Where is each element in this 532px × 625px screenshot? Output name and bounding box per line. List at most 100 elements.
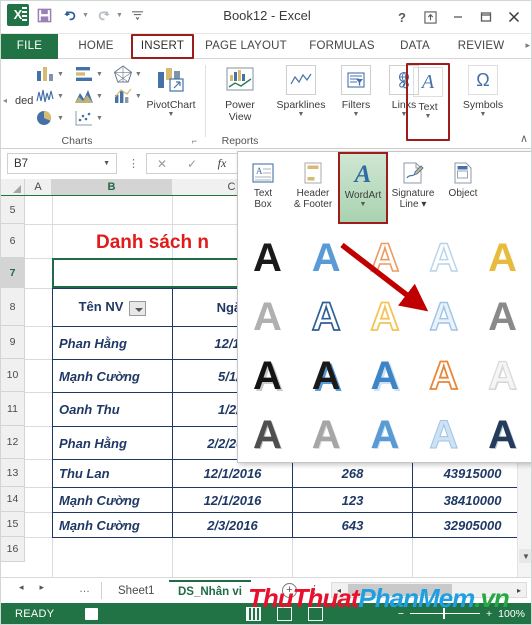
table-row[interactable]: Mạnh Cường 12/1/2016 123 38410000 — [52, 487, 531, 513]
sheet-tab-sheet1[interactable]: Sheet1 — [109, 580, 163, 602]
column-header-a[interactable]: A — [25, 179, 52, 195]
sheet-nav-last-icon[interactable]: ▸ — [40, 582, 45, 593]
select-all-corner[interactable] — [1, 179, 25, 195]
row-header-16[interactable]: 16 — [1, 537, 25, 562]
scroll-down-icon[interactable]: ▼ — [519, 549, 531, 563]
ribbon-button-sparklines[interactable]: Sparklines ▼ — [269, 59, 333, 149]
tab-insert[interactable]: INSERT — [131, 34, 194, 59]
ribbon-button-pivotchart[interactable]: PivotChart ▼ — [133, 59, 209, 149]
wordart-style-shadow-black[interactable]: A — [238, 346, 297, 405]
symbols-dropdown-icon[interactable]: ▼ — [480, 111, 487, 119]
wordart-style-hatch-gray[interactable]: A — [297, 405, 356, 464]
row-header-11[interactable]: 11 — [1, 392, 25, 426]
column-chart-icon[interactable]: ▼ — [35, 65, 64, 83]
tab-overflow-icon[interactable]: ▸ — [525, 40, 530, 51]
sheet-title-text: Danh sách n — [96, 232, 209, 253]
row-header-14[interactable]: 14 — [1, 487, 25, 512]
wordart-style-fill-gold[interactable]: A — [473, 228, 531, 287]
wordart-style-hatch-dark[interactable]: A — [238, 405, 297, 464]
row-header-5[interactable]: 5 — [1, 196, 25, 224]
wordart-style-outline-orange2[interactable]: A — [414, 346, 473, 405]
pie-chart-icon[interactable]: ▼ — [35, 109, 64, 127]
close-icon[interactable] — [501, 5, 527, 29]
wordart-style-outline-paleblue[interactable]: A — [414, 287, 473, 346]
power-view-icon — [225, 63, 255, 97]
selected-cell-B7[interactable] — [52, 258, 257, 289]
cancel-formula-icon[interactable]: ✕ — [147, 154, 177, 173]
wordart-button[interactable]: A WordArt ▼ — [338, 152, 388, 224]
row-header-8[interactable]: 8 — [1, 288, 25, 326]
ribbon-button-text[interactable]: A Text ▼ — [406, 59, 450, 149]
wordart-sample-letter: A — [429, 412, 459, 457]
row-header-12[interactable]: 12 — [1, 426, 25, 459]
row-header-6[interactable]: 6 — [1, 224, 25, 258]
sheet-nav-more-icon[interactable]: … — [79, 583, 90, 595]
text-icon: A — [413, 65, 443, 99]
row-header-10[interactable]: 10 — [1, 359, 25, 392]
table-row[interactable]: Mạnh Cường 2/3/2016 643 32905000 — [52, 512, 531, 538]
tab-formulas[interactable]: FORMULAS — [300, 34, 384, 59]
wordart-style-shadow-blue[interactable]: A — [356, 346, 415, 405]
row-header-13[interactable]: 13 — [1, 459, 25, 487]
wordart-style-outline-orange[interactable]: A — [356, 228, 415, 287]
tab-home[interactable]: HOME — [65, 34, 127, 59]
wordart-style-outline-palegray[interactable]: A — [473, 346, 531, 405]
wordart-style-outline-navy[interactable]: A — [297, 287, 356, 346]
name-box[interactable]: B7 ▼ — [7, 153, 117, 174]
text-dropdown-icon[interactable]: ▼ — [425, 113, 432, 121]
watermark-part-4: Mem — [418, 583, 475, 613]
tab-data[interactable]: DATA — [390, 34, 440, 59]
wordart-style-outline-gold[interactable]: A — [356, 287, 415, 346]
sheet-nav-arrows: ◂ ▸ — [19, 582, 44, 593]
excel-window: X ▼ ▼ Book12 - Excel ? FILE HOME INSERT … — [0, 0, 532, 625]
wordart-style-outline-lightblue[interactable]: A — [414, 228, 473, 287]
row-header-7[interactable]: 7 — [1, 258, 25, 288]
row-header-9[interactable]: 9 — [1, 326, 25, 359]
text-box-button[interactable]: A Text Box — [238, 152, 288, 224]
wordart-style-fill-gray[interactable]: A — [238, 287, 297, 346]
object-button[interactable]: Object — [438, 152, 488, 224]
wordart-style-hatch-paleblue[interactable]: A — [414, 405, 473, 464]
area-chart-icon[interactable]: ▼ — [74, 87, 103, 105]
wordart-style-fill-darkgray[interactable]: A — [473, 287, 531, 346]
title-bar: X ▼ ▼ Book12 - Excel ? — [1, 1, 531, 34]
stock-chart-icon[interactable]: ▼ — [35, 87, 64, 105]
wordart-style-hatch-blue[interactable]: A — [356, 405, 415, 464]
ribbon-button-power-view[interactable]: Power View Reports — [209, 59, 271, 149]
window-buttons: ? — [389, 5, 527, 29]
scatter-chart-icon[interactable]: ▼ — [74, 109, 103, 127]
macro-record-icon[interactable] — [85, 608, 98, 620]
tab-page-layout[interactable]: PAGE LAYOUT — [198, 34, 294, 59]
minimize-icon[interactable] — [445, 5, 471, 29]
row-header-15[interactable]: 15 — [1, 512, 25, 537]
pivotchart-dropdown-icon[interactable]: ▼ — [168, 111, 175, 119]
wordart-dropdown-icon[interactable]: ▼ — [360, 201, 367, 209]
signature-line-button[interactable]: Signature Line ▾ — [388, 152, 438, 224]
wordart-style-fill-black[interactable]: A — [238, 228, 297, 287]
ribbon-button-filters[interactable]: Filters ▼ — [331, 59, 381, 149]
watermark-part-3: Phan — [358, 583, 419, 613]
enter-formula-icon[interactable]: ✓ — [177, 154, 207, 173]
sheet-nav-first-icon[interactable]: ◂ — [19, 582, 24, 593]
wordart-style-hatch-navy[interactable]: A — [473, 405, 531, 464]
help-icon[interactable]: ? — [389, 5, 415, 29]
tab-review[interactable]: REVIEW — [446, 34, 516, 59]
wordart-style-shadow-blackblue[interactable]: A — [297, 346, 356, 405]
wordart-sample-letter: A — [488, 235, 518, 280]
tab-file[interactable]: FILE — [1, 34, 58, 59]
collapse-ribbon-icon[interactable]: ∧ — [520, 132, 528, 145]
filters-dropdown-icon[interactable]: ▼ — [353, 111, 360, 119]
header-footer-button[interactable]: Header & Footer — [288, 152, 338, 224]
insert-function-icon[interactable]: fx — [207, 154, 237, 173]
filter-dropdown-icon[interactable] — [129, 300, 147, 316]
maximize-icon[interactable] — [473, 5, 499, 29]
bar-chart-icon[interactable]: ▼ — [74, 65, 103, 83]
sparklines-dropdown-icon[interactable]: ▼ — [298, 111, 305, 119]
sheet-tab-ds-nhanvi[interactable]: DS_Nhân vi — [169, 580, 251, 602]
ribbon-button-symbols[interactable]: Ω Symbols ▼ — [451, 59, 515, 149]
name-box-caret-icon[interactable]: ▼ — [103, 160, 110, 167]
wordart-style-fill-blue[interactable]: A — [297, 228, 356, 287]
column-header-b[interactable]: B — [52, 179, 172, 195]
watermark: ThuThuatPhanMem.vn — [248, 577, 531, 619]
ribbon-display-options-icon[interactable] — [417, 5, 443, 29]
